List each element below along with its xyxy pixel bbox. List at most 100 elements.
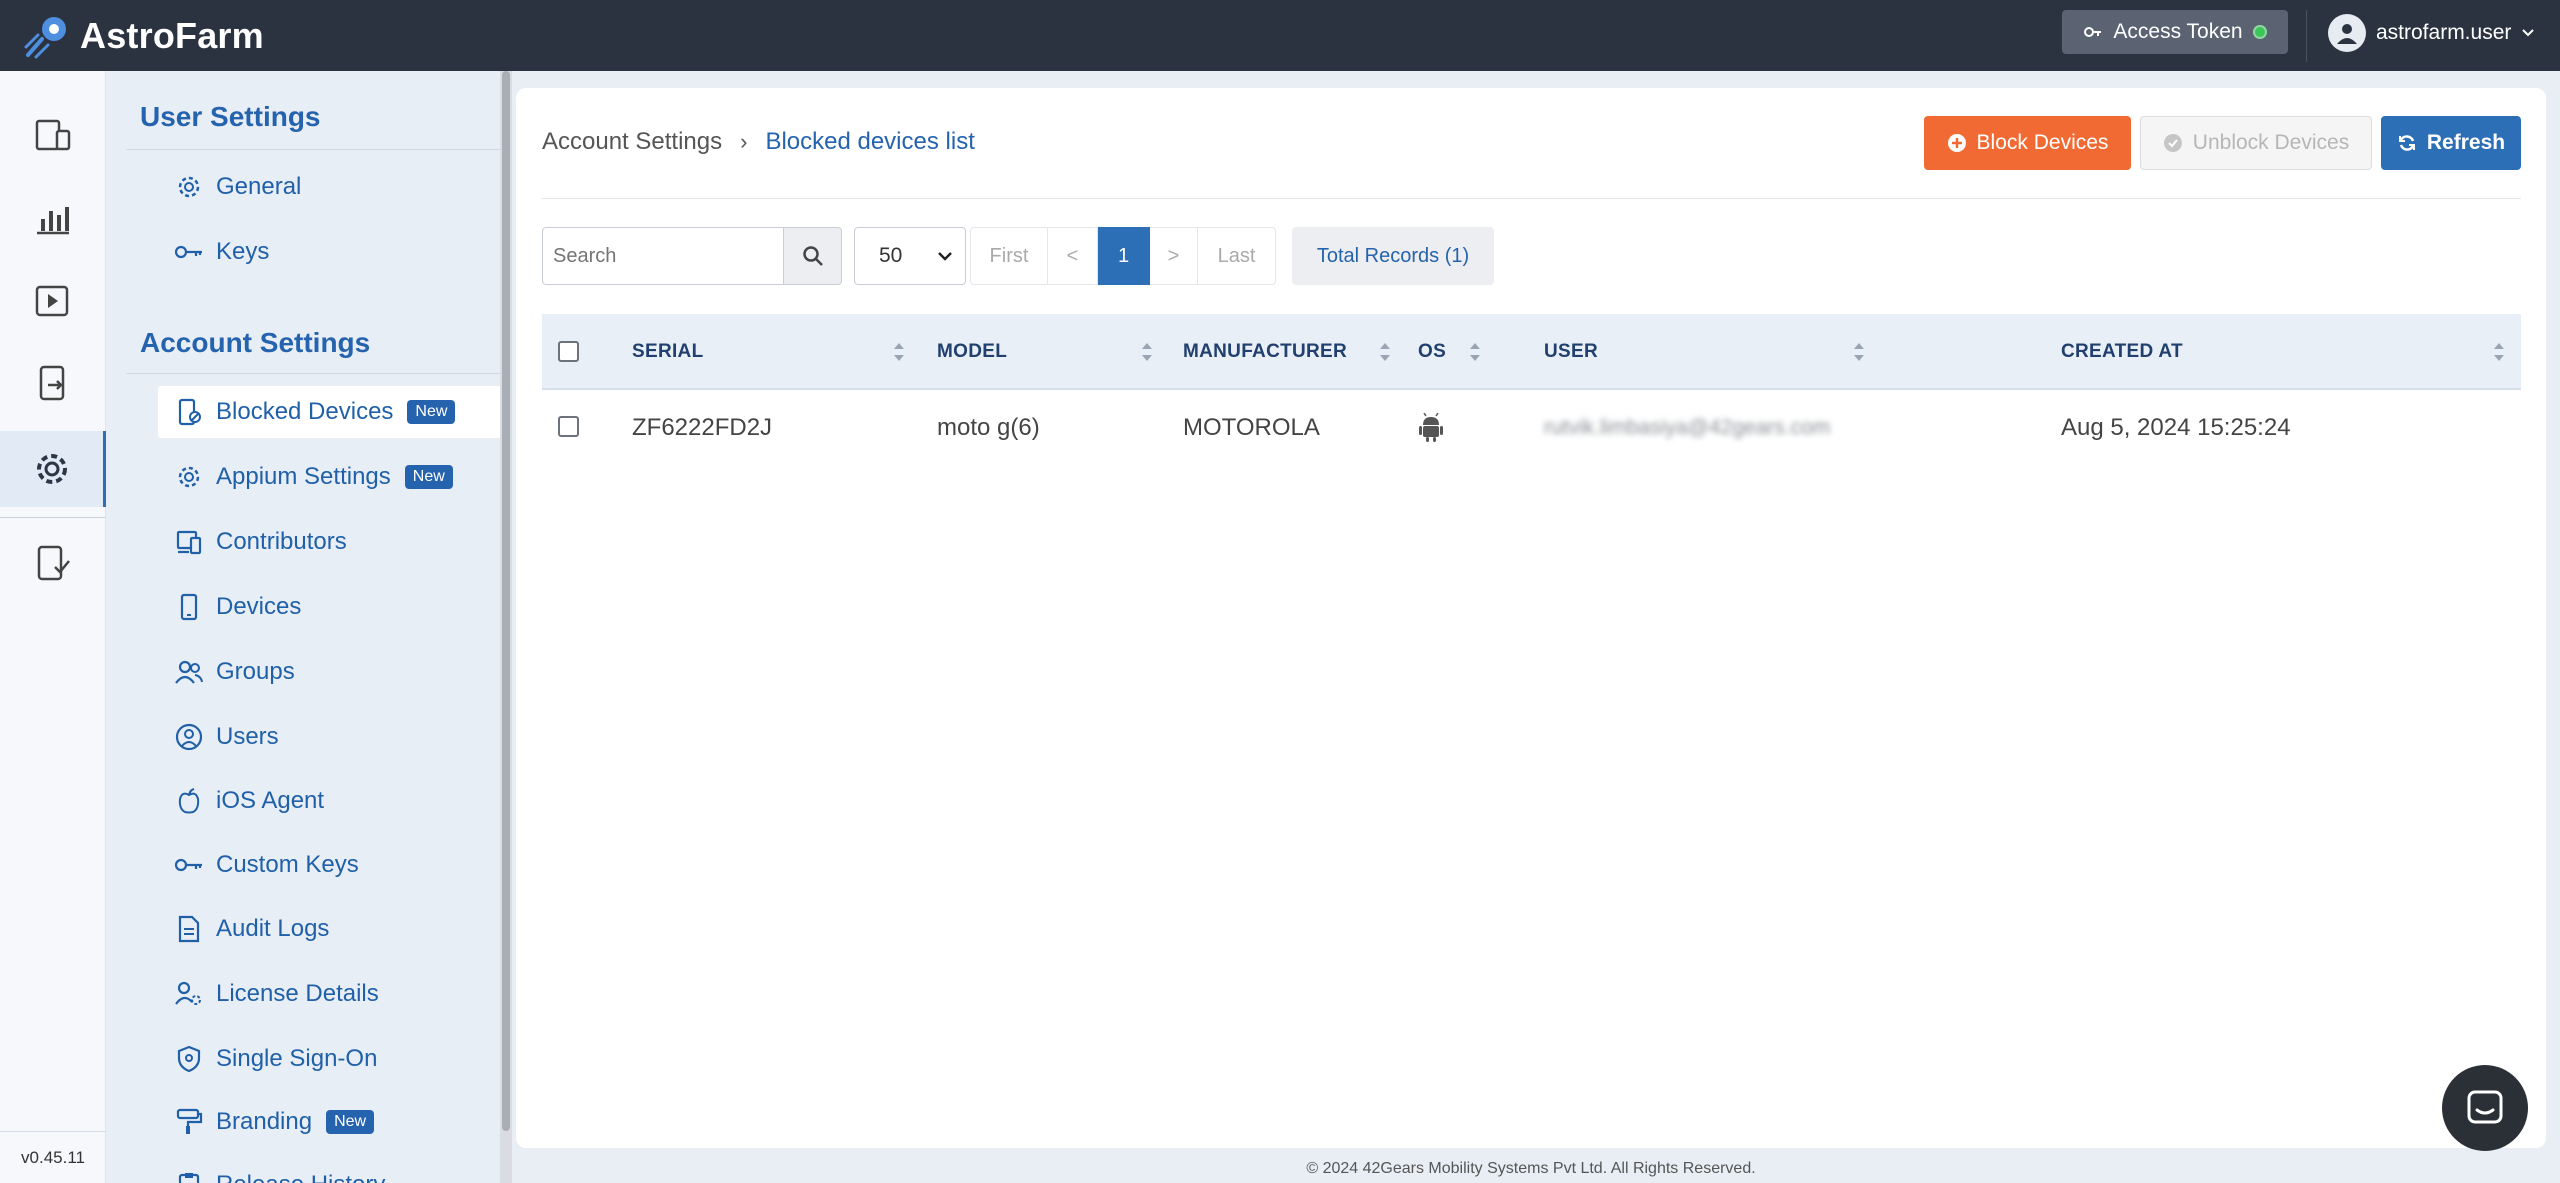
contributors-icon — [174, 527, 204, 557]
nav-item-label: Keys — [216, 238, 270, 265]
block-devices-button[interactable]: Block Devices — [1924, 116, 2131, 170]
chat-launcher-button[interactable] — [2442, 1065, 2528, 1151]
nav-item-groups[interactable]: Groups — [158, 646, 500, 698]
video-play-icon — [35, 285, 69, 317]
sort-icon[interactable] — [1852, 314, 1866, 390]
access-token-button[interactable]: Access Token — [2062, 10, 2288, 54]
column-header-model[interactable]: MODEL — [937, 314, 1007, 390]
nav-item-single-sign-on[interactable]: Single Sign-On — [158, 1033, 500, 1085]
column-header-serial[interactable]: SERIAL — [632, 314, 703, 390]
topbar-divider — [2306, 10, 2307, 62]
new-badge: New — [326, 1110, 375, 1134]
settings-sidebar: User Settings General Keys Account Setti… — [106, 71, 500, 1183]
nav-item-release-history[interactable]: Release History — [158, 1159, 500, 1183]
total-records-badge: Total Records (1) — [1292, 227, 1494, 285]
cell-os — [1418, 390, 1444, 466]
user-icon — [174, 722, 204, 752]
page-first-button[interactable]: First — [970, 227, 1048, 285]
search-button[interactable] — [784, 227, 842, 285]
column-header-os[interactable]: OS — [1418, 314, 1446, 390]
nav-item-license-details[interactable]: License Details — [158, 968, 500, 1020]
phone-icon — [174, 592, 204, 622]
breadcrumb-parent[interactable]: Account Settings — [542, 128, 722, 156]
app-version: v0.45.11 — [0, 1131, 106, 1183]
nav-item-label: Single Sign-On — [216, 1045, 378, 1072]
avatar — [2328, 14, 2366, 52]
page-current-button[interactable]: 1 — [1098, 227, 1150, 285]
android-icon — [1419, 413, 1443, 442]
sort-icon[interactable] — [892, 314, 906, 390]
column-header-manufacturer[interactable]: MANUFACTURER — [1183, 314, 1347, 390]
sort-icon[interactable] — [2492, 314, 2506, 390]
pagination: First < 1 > Last — [970, 227, 1276, 285]
rail-devices[interactable] — [0, 97, 106, 173]
nav-item-branding[interactable]: Branding New — [158, 1096, 500, 1148]
column-header-user[interactable]: USER — [1544, 314, 1598, 390]
nav-item-users[interactable]: Users — [158, 711, 500, 763]
scrollbar-thumb[interactable] — [502, 71, 510, 1131]
new-badge: New — [404, 465, 453, 489]
nav-item-label: License Details — [216, 980, 379, 1007]
user-menu[interactable]: astrofarm.user — [2328, 12, 2535, 54]
nav-item-contributors[interactable]: Contributors — [158, 516, 500, 568]
rail-testing[interactable] — [0, 525, 106, 601]
app-logo[interactable]: AstroFarm — [22, 11, 264, 61]
nav-item-ios-agent[interactable]: iOS Agent — [158, 775, 500, 827]
nav-item-devices[interactable]: Devices — [158, 581, 500, 633]
user-avatar-icon — [2337, 24, 2357, 44]
app-install-icon — [39, 365, 65, 401]
nav-item-label: Audit Logs — [216, 915, 330, 942]
rail-divider — [0, 517, 106, 518]
search-input[interactable] — [542, 227, 784, 285]
nav-item-general[interactable]: General — [158, 161, 500, 213]
rail-apps[interactable] — [0, 345, 106, 421]
device-check-icon — [37, 545, 70, 581]
header-divider — [542, 198, 2521, 199]
page-size-select[interactable]: 50 — [854, 227, 966, 285]
table-row[interactable]: ZF6222FD2J moto g(6) MOTOROLA rutvik.lim… — [542, 390, 2521, 466]
rail-settings[interactable] — [0, 431, 106, 507]
rail-reports[interactable] — [0, 181, 106, 257]
shield-icon — [174, 1044, 204, 1074]
main-content-card: Account Settings › Blocked devices list … — [516, 88, 2546, 1148]
select-all-checkbox[interactable] — [558, 341, 579, 362]
rail-sessions[interactable] — [0, 263, 106, 339]
status-online-icon — [2252, 25, 2267, 39]
page-next-button[interactable]: > — [1150, 227, 1198, 285]
chevron-down-icon — [2522, 29, 2535, 37]
breadcrumb-separator: › — [740, 129, 748, 154]
app-title: AstroFarm — [80, 14, 264, 56]
page-last-button[interactable]: Last — [1198, 227, 1276, 285]
cell-user: rutvik.limbasiya@42gears.com — [1544, 416, 1831, 439]
column-header-created-at[interactable]: CREATED AT — [2061, 314, 2183, 390]
cell-serial: ZF6222FD2J — [632, 414, 773, 441]
footer-copyright: © 2024 42Gears Mobility Systems Pvt Ltd.… — [1306, 1160, 1756, 1177]
nav-item-label: iOS Agent — [216, 787, 325, 814]
unblock-devices-label: Unblock Devices — [2192, 131, 2350, 154]
row-checkbox[interactable] — [558, 416, 579, 437]
user-name: astrofarm.user — [2376, 21, 2512, 44]
sort-icon[interactable] — [1378, 314, 1392, 390]
nav-item-custom-keys[interactable]: Custom Keys — [158, 839, 500, 891]
nav-item-label: Appium Settings — [216, 463, 391, 490]
refresh-icon — [2398, 135, 2415, 151]
icon-rail: v0.45.11 — [0, 71, 106, 1183]
paint-roller-icon — [174, 1107, 204, 1137]
sort-icon[interactable] — [1468, 314, 1482, 390]
apple-icon — [174, 786, 204, 816]
section-divider — [126, 149, 500, 150]
nav-item-label: Branding — [216, 1108, 313, 1135]
sidebar-scrollbar[interactable] — [500, 71, 512, 1183]
clipboard-icon — [174, 1170, 204, 1183]
nav-item-keys[interactable]: Keys — [158, 226, 500, 278]
sort-icon[interactable] — [1140, 314, 1154, 390]
page-prev-button[interactable]: < — [1048, 227, 1098, 285]
new-badge: New — [407, 400, 456, 424]
refresh-button[interactable]: Refresh — [2381, 116, 2521, 170]
nav-item-appium-settings[interactable]: Appium Settings New — [158, 451, 500, 503]
breadcrumb-current: Blocked devices list — [765, 128, 975, 155]
nav-item-blocked-devices[interactable]: Blocked Devices New — [158, 386, 500, 438]
nav-item-audit-logs[interactable]: Audit Logs — [158, 903, 500, 955]
unblock-devices-button[interactable]: Unblock Devices — [2140, 116, 2372, 170]
chat-icon — [2467, 1090, 2503, 1124]
